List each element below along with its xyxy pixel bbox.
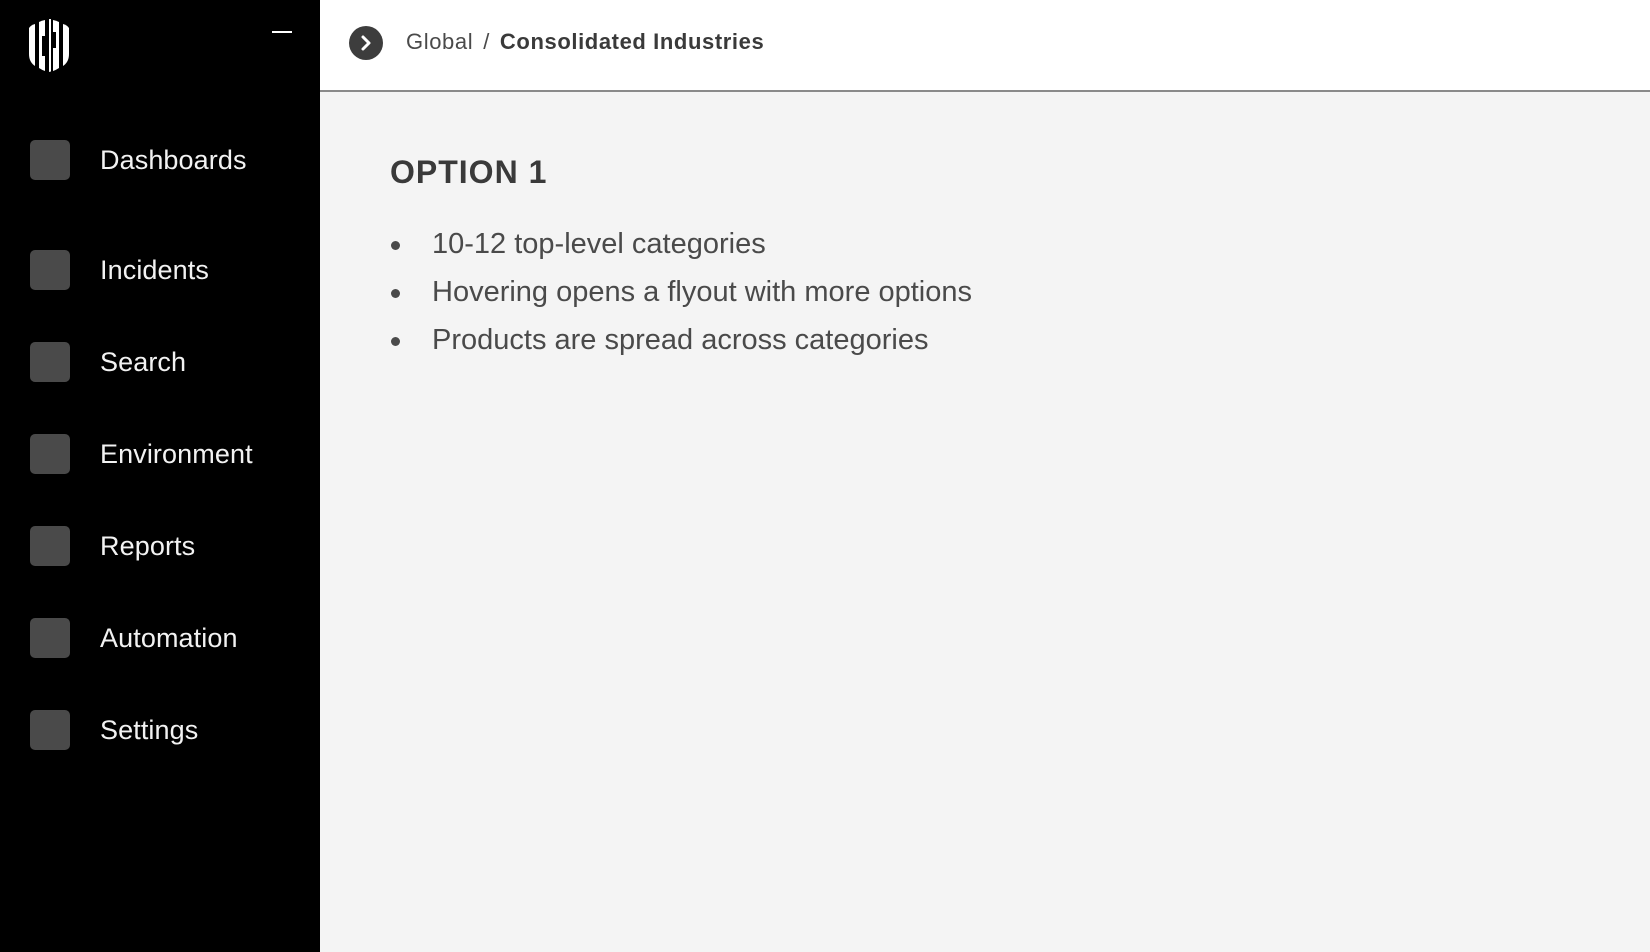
placeholder-square-icon: [30, 618, 70, 658]
sidebar-item-label: Automation: [100, 622, 238, 653]
placeholder-square-icon: [30, 526, 70, 566]
collapse-sidebar-button[interactable]: [268, 22, 296, 42]
sidebar-item-search[interactable]: Search: [0, 316, 320, 408]
sidebar-item-reports[interactable]: Reports: [0, 500, 320, 592]
placeholder-square-icon: [30, 342, 70, 382]
sidebar-item-label: Incidents: [100, 254, 209, 285]
placeholder-square-icon: [30, 140, 70, 180]
list-item: 10-12 top-level categories: [390, 220, 972, 268]
app-window: Dashboards Incidents Search Environment …: [0, 0, 1650, 952]
placeholder-square-icon: [30, 250, 70, 290]
sidebar: Dashboards Incidents Search Environment …: [0, 0, 320, 952]
sidebar-item-incidents[interactable]: Incidents: [0, 224, 320, 316]
bullet-list: 10-12 top-level categories Hovering open…: [390, 220, 972, 364]
sidebar-item-label: Reports: [100, 530, 196, 561]
placeholder-square-icon: [30, 434, 70, 474]
sidebar-nav: Dashboards Incidents Search Environment …: [0, 132, 320, 776]
list-item: Products are spread across categories: [390, 316, 972, 364]
sidebar-item-dashboards[interactable]: Dashboards: [0, 132, 320, 188]
sidebar-item-label: Environment: [100, 438, 253, 469]
breadcrumb-separator: /: [483, 29, 490, 54]
breadcrumb: Global / Consolidated Industries: [406, 29, 764, 55]
sidebar-item-label: Settings: [100, 714, 199, 745]
sidebar-item-label: Dashboards: [100, 144, 247, 175]
page-title: OPTION 1: [390, 154, 548, 190]
sidebar-item-label: Search: [100, 346, 187, 377]
expand-button[interactable]: [349, 26, 383, 60]
breadcrumb-root-link[interactable]: Global: [406, 29, 473, 54]
sidebar-item-automation[interactable]: Automation: [0, 592, 320, 684]
breadcrumb-current: Consolidated Industries: [499, 29, 765, 54]
chevron-right-icon: [361, 35, 371, 51]
main-content: OPTION 1 10-12 top-level categories Hove…: [320, 92, 1650, 952]
top-header: Global / Consolidated Industries: [320, 0, 1650, 92]
list-item: Hovering opens a flyout with more option…: [390, 268, 972, 316]
sidebar-item-settings[interactable]: Settings: [0, 684, 320, 776]
logo-icon[interactable]: [25, 14, 73, 72]
sidebar-item-environment[interactable]: Environment: [0, 408, 320, 500]
placeholder-square-icon: [30, 710, 70, 750]
